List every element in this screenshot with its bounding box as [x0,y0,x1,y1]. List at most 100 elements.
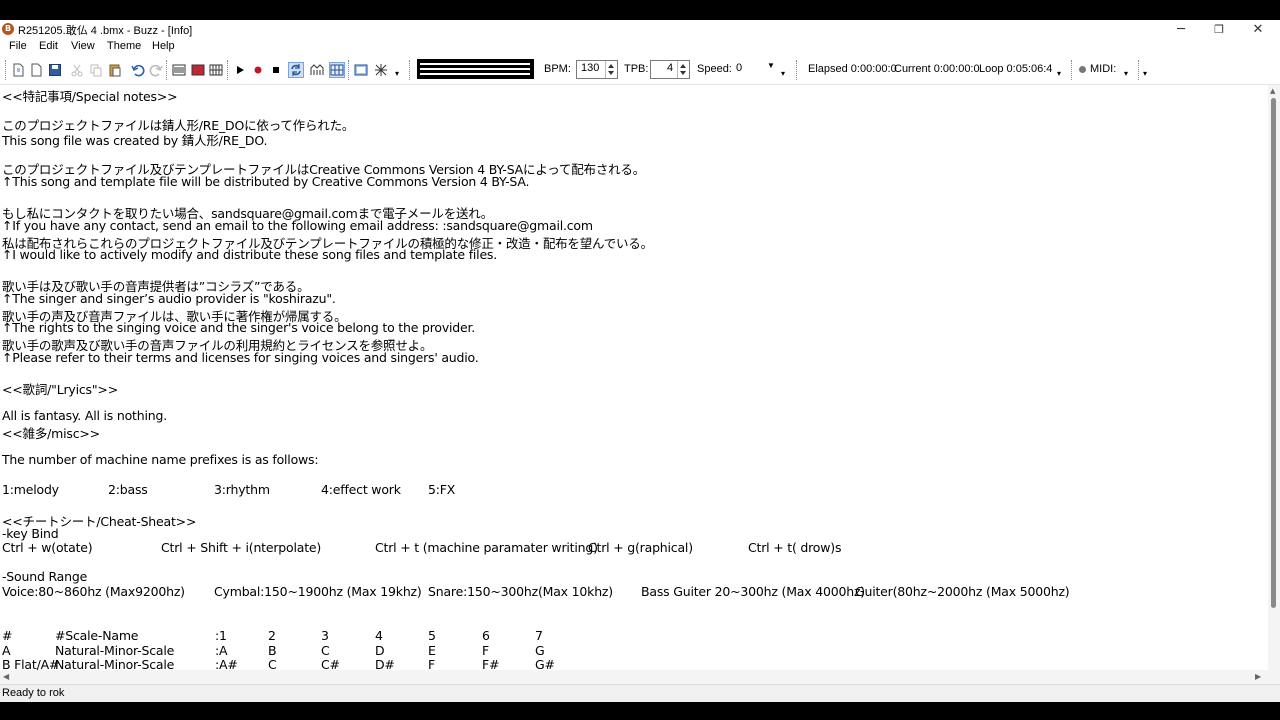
text-line: -key Bind [2,525,59,541]
toolbar-overflow-icon[interactable]: ▾ [1057,69,1061,78]
toolbar-overflow-icon[interactable]: ▾ [395,69,399,78]
menu-bar: File Edit View Theme Help [0,39,1280,56]
paste-icon[interactable] [108,63,122,77]
restore-button[interactable]: ❐ [1200,20,1238,39]
menu-theme[interactable]: Theme [107,40,141,52]
vertical-scrollbar[interactable]: ▲ [1268,85,1280,670]
scale-table-header-cell: 2 [268,628,276,644]
copy-icon[interactable] [89,63,103,77]
scale-table-cell: A [2,642,11,658]
scale-table-header-cell: #Scale-Name [55,628,139,644]
sound-range-cell: Voice:80~860hz (Max9200hz) [2,584,185,600]
info-text-area[interactable]: <<特記事項/Special notes>> このプロジェクトファイルは錆人形/R… [0,85,1268,670]
text-line: <<歌詞/"Lryics">> [2,382,118,397]
scale-table-cell: C# [321,657,340,670]
new-file-icon[interactable] [11,63,25,77]
bpm-spin-arrows[interactable] [605,61,617,78]
mixer-grid-icon[interactable] [329,62,345,78]
prefix-cell: 2:bass [108,481,148,497]
status-text: Ready to rok [2,687,65,699]
elapsed-time: Elapsed 0:00:00:0 [808,63,897,75]
scale-table-cell: Natural-Minor-Scale [55,642,175,658]
text-line: All is fantasy. All is nothing. [2,408,167,424]
tpb-spin-arrows[interactable] [677,61,689,78]
bpm-label: BPM: [544,63,571,75]
save-icon[interactable] [48,63,62,77]
prefix-cell: 3:rhythm [214,481,270,497]
loop-icon[interactable] [288,62,304,78]
down-arrow-icon[interactable] [680,71,686,75]
play-icon[interactable] [233,63,247,77]
window-view-icon[interactable] [354,63,368,77]
text-line: <<特記事項/Special notes>> [2,89,178,104]
up-arrow-icon[interactable] [680,64,686,68]
menu-help[interactable]: Help [152,40,175,52]
scroll-right-icon[interactable]: ▶ [1255,672,1261,681]
effects-icon[interactable] [374,63,388,77]
text-line: ↑The singer and singer’s audio provider … [2,291,336,307]
prefix-cell: 5:FX [428,481,456,497]
keybind-cell: Ctrl + w(otate) [2,540,93,556]
status-bar: Ready to rok [0,684,1280,702]
scale-table-cell: F# [482,657,500,670]
scale-table-cell: C [268,657,277,670]
sound-range-cell: Cymbal:150~1900hz (Max 19khz) [214,584,422,600]
menu-view[interactable]: View [71,40,95,52]
keybind-cell: Ctrl + t (machine paramater writing) [375,540,598,556]
midi-label: MIDI: [1090,63,1117,75]
scale-table-cell: D# [375,657,395,670]
loop-time: Loop 0:05:06:4 [979,63,1053,75]
scale-table-cell: F [428,657,435,670]
up-arrow-icon[interactable] [608,64,614,68]
chevron-down-icon[interactable]: ▼ [767,61,775,70]
down-arrow-icon[interactable] [608,71,614,75]
text-line: ↑This song and template file will be dis… [2,173,530,189]
undo-icon[interactable] [131,63,145,77]
vertical-scroll-thumb[interactable] [1271,98,1276,608]
speed-select[interactable]: 0 ▼ [733,61,777,77]
scroll-left-icon[interactable]: ◀ [3,672,9,681]
redo-icon[interactable] [149,63,163,77]
speed-label: Speed: [697,63,732,75]
cut-icon[interactable] [70,63,84,77]
toolbar-separator [348,60,350,80]
close-button[interactable]: ✕ [1239,20,1277,39]
menu-edit[interactable]: Edit [39,40,58,52]
horizontal-scrollbar[interactable]: ◀ ▶ [0,670,1268,684]
toolbar-separator [227,60,229,80]
scale-table-header-cell: 5 [428,628,436,644]
scale-table-cell: :A [215,642,228,658]
toolbar-overflow-icon[interactable]: ▾ [781,69,785,78]
bpm-stepper[interactable]: 130 [576,60,618,79]
volume-meter[interactable] [417,59,534,79]
scale-table-cell: :A# [215,657,238,670]
buzz-app-icon[interactable]: B [2,23,14,35]
scroll-up-icon[interactable]: ▲ [1270,87,1275,95]
new-template-icon[interactable] [29,63,43,77]
scale-table-cell: G [535,642,545,658]
pattern-view-icon[interactable] [191,63,205,77]
toolbar-overflow-icon[interactable]: ▾ [1143,69,1147,78]
scale-table-cell: B [268,642,277,658]
scale-table-header-cell: 3 [321,628,329,644]
record-icon[interactable] [251,63,265,77]
tpb-label: TPB: [624,63,649,75]
machine-view-icon[interactable] [172,63,186,77]
tpb-stepper[interactable]: 4 [650,60,690,79]
wave-table-icon[interactable] [310,63,324,77]
keybind-cell: Ctrl + g(raphical) [588,540,693,556]
stop-icon[interactable] [269,63,283,77]
menu-file[interactable]: File [9,40,27,52]
toolbar-overflow-icon[interactable]: ▾ [1124,69,1128,78]
minimize-button[interactable]: ─ [1162,20,1200,39]
current-time: Current 0:00:00:0 [894,63,980,75]
screen-top-bar [0,0,1280,20]
sequence-view-icon[interactable] [209,63,223,77]
keybind-cell: Ctrl + Shift + i(nterpolate) [161,540,322,556]
scale-table-cell: F [482,642,489,658]
toolbar-separator [409,60,411,80]
toolbar-grip [796,60,798,80]
midi-indicator-icon [1079,66,1086,73]
scale-table-cell: D [375,642,385,658]
keybind-cell: Ctrl + t( drow)s [748,540,842,556]
